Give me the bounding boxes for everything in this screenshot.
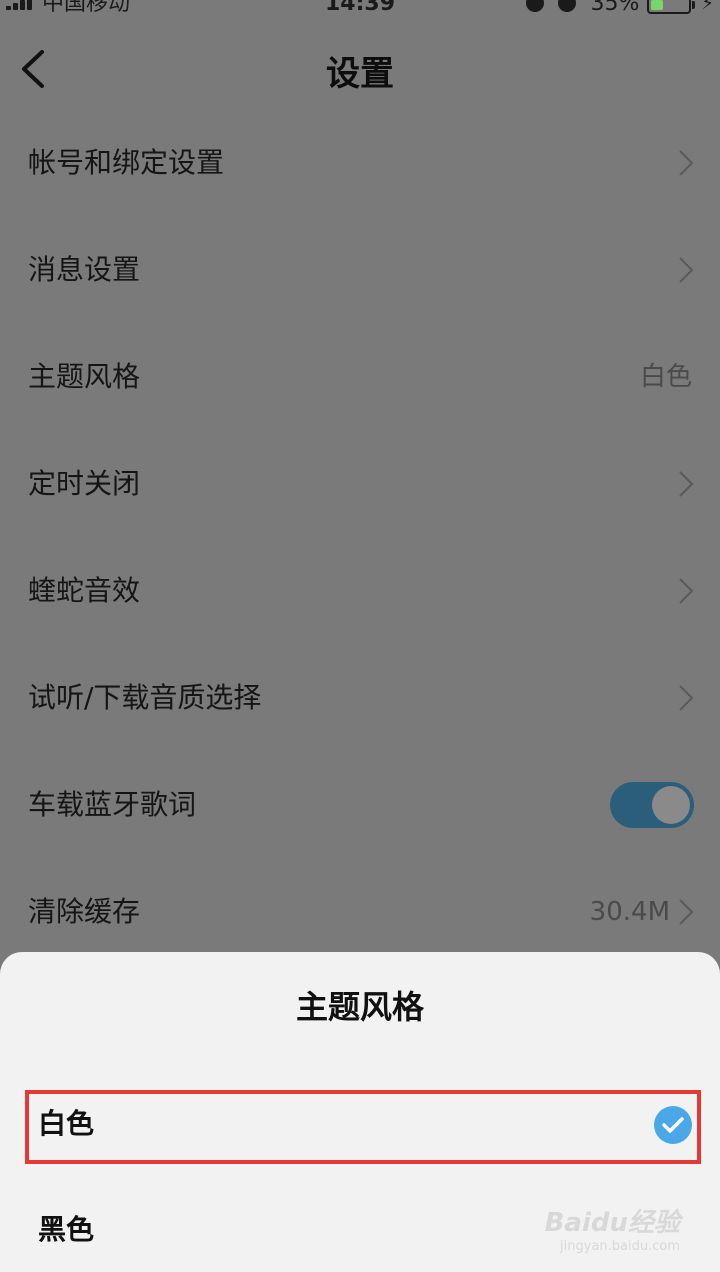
chevron-right-icon [679,257,694,283]
chevron-right-icon [679,899,694,925]
chevron-right-icon [679,471,694,497]
watermark-logo: Baidu经验 [544,1208,680,1238]
status-right: 35% ⚡ [526,0,714,16]
settings-row-car-bluetooth-lyrics: 车载蓝牙歌词 [0,752,720,858]
selection-highlight-box [25,1090,701,1164]
settings-row-label: 蝰蛇音效 [28,574,141,607]
settings-row-label: 帐号和绑定设置 [28,146,225,179]
nav-bar: 设置 [0,30,720,110]
settings-row-label: 试听/下载音质选择 [28,681,262,714]
battery-fill [651,0,664,10]
settings-row-label: 车载蓝牙歌词 [28,788,197,821]
watermark-url: jingyan.baidu.com [560,1239,680,1254]
status-bar: 中国移动 14:39 35% ⚡ [0,0,720,24]
chevron-right-icon [679,685,694,711]
option-label: 黑色 [38,1213,95,1246]
cache-size-value: 30.4M [589,897,670,927]
settings-row-audio-quality[interactable]: 试听/下载音质选择 [0,645,720,751]
watermark: Baidu经验 jingyan.baidu.com [545,1202,680,1254]
settings-row-value: 白色 [639,362,692,392]
settings-row-label: 定时关闭 [28,467,141,500]
sheet-title: 主题风格 [295,988,424,1026]
car-lyrics-toggle[interactable] [610,782,694,828]
lock-rotation-icon [526,0,545,12]
settings-row-timer[interactable]: 定时关闭 [0,431,720,537]
battery-icon [647,0,696,14]
theme-bottom-sheet: 主题风格 白色 黑色 Baidu经验 jingyan.baidu.com [0,952,720,1272]
alarm-icon [558,0,577,12]
chevron-right-icon [679,578,694,604]
settings-row-message[interactable]: 消息设置 [0,217,720,323]
battery-percent: 35% [590,0,640,16]
charging-icon: ⚡ [701,0,714,14]
page-title: 设置 [326,54,394,94]
settings-row-theme[interactable]: 主题风格 白色 [0,324,720,430]
toggle-knob [652,786,690,824]
settings-row-account[interactable]: 帐号和绑定设置 [0,110,720,216]
settings-row-label: 消息设置 [28,253,141,286]
settings-row-clear-cache[interactable]: 清除缓存 30.4M [0,859,720,965]
settings-row-label: 清除缓存 [28,895,141,928]
settings-row-sound-effect[interactable]: 蝰蛇音效 [0,538,720,644]
chevron-right-icon [679,150,694,176]
settings-row-label: 主题风格 [28,360,141,393]
